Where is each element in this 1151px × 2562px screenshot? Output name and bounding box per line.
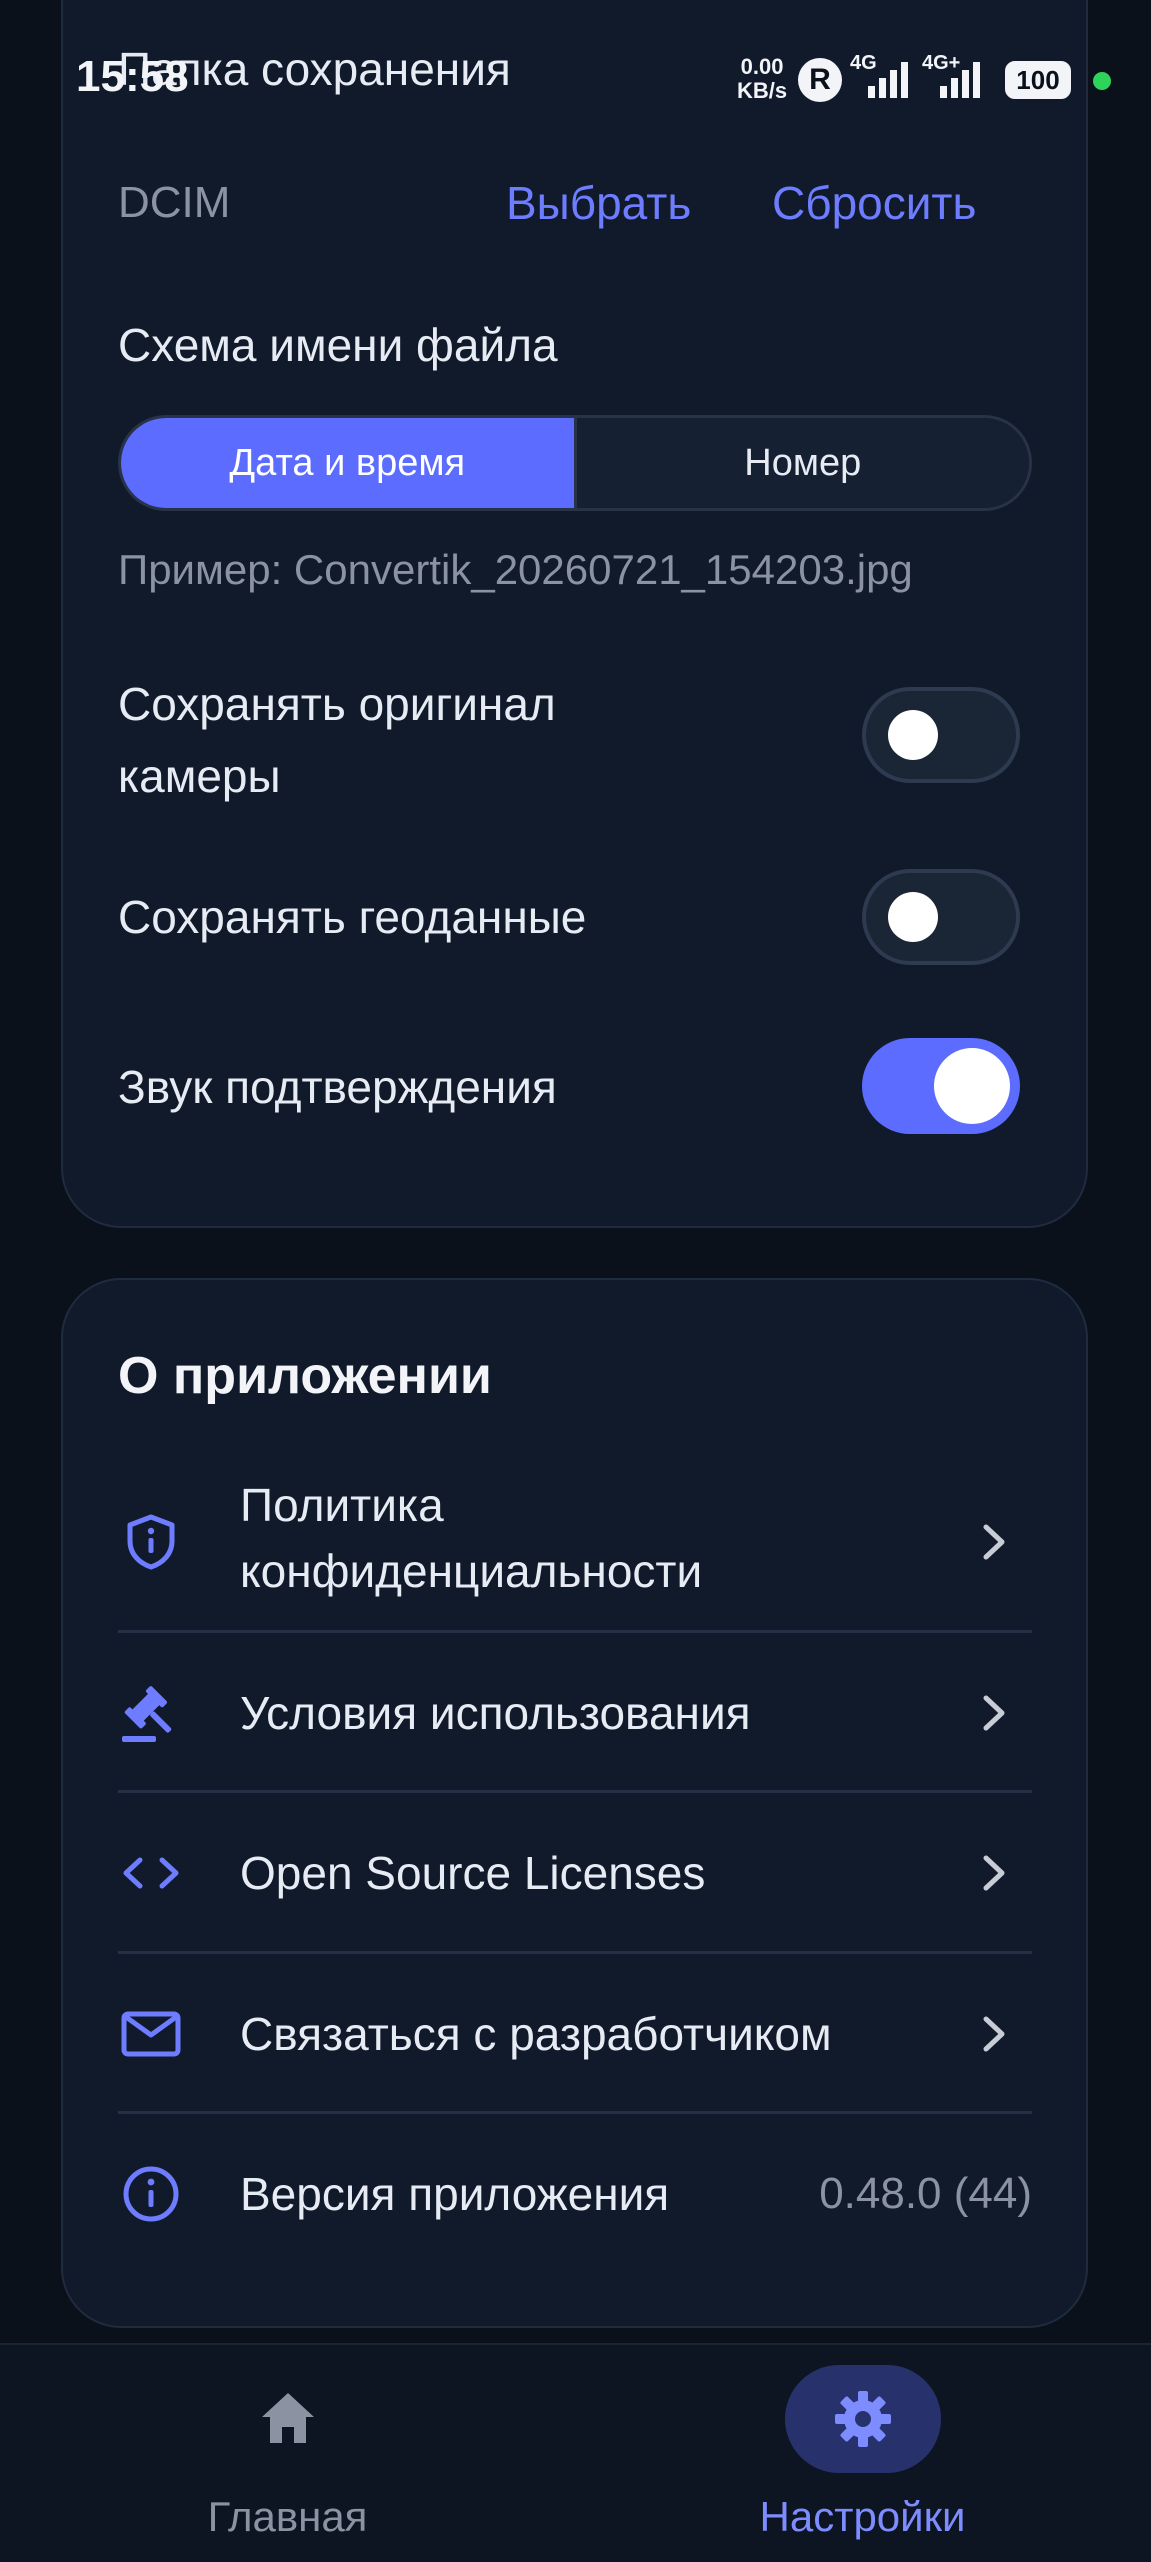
toggle-knob <box>934 1048 1010 1124</box>
filename-example: Пример: Convertik_20260721_154203.jpg <box>118 546 913 593</box>
nav-home-label: Главная <box>207 2493 368 2540</box>
network-speed-value: 0.00 <box>740 54 784 79</box>
open-source-licenses-item[interactable]: Open Source Licenses <box>118 1840 1032 1906</box>
app-version-item: Версия приложения 0.48.0 (44) <box>118 2161 1032 2227</box>
divider <box>118 2111 1032 2114</box>
status-bar: 15:58 0.00 KB/s R 4G 4G+ 100 <box>0 0 1151 160</box>
scheme-option-number[interactable]: Номер <box>573 418 1029 508</box>
save-geodata-toggle[interactable] <box>862 869 1020 965</box>
confirm-sound-label: Звук подтверждения <box>118 1061 557 1113</box>
signal-sim1-icon: 4G <box>850 52 918 104</box>
save-camera-original-toggle[interactable] <box>862 687 1020 783</box>
save-camera-original-label: Сохранять оригинал камеры <box>118 668 556 812</box>
shield-icon <box>118 1509 184 1575</box>
code-icon <box>118 1840 184 1906</box>
about-title: О приложении <box>118 1347 492 1405</box>
status-time: 15:58 <box>76 52 189 101</box>
chevron-right-icon <box>976 1850 1012 1896</box>
privacy-policy-label-line1: Политика <box>240 1479 444 1531</box>
save-folder-value: DCIM <box>118 178 231 227</box>
nav-settings[interactable]: Настройки <box>575 2345 1150 2562</box>
battery-indicator: 100 <box>1005 61 1071 99</box>
info-icon <box>118 2161 184 2227</box>
terms-of-use-label: Условия использования <box>240 1687 751 1739</box>
save-camera-original-label-line1: Сохранять оригинал <box>118 678 556 730</box>
network-speed-unit: KB/s <box>737 78 788 103</box>
privacy-indicator-dot <box>1093 72 1111 90</box>
network-speed: 0.00 KB/s <box>737 55 787 103</box>
signal-sim2-icon: 4G+ <box>922 52 990 104</box>
terms-of-use-item[interactable]: Условия использования <box>118 1680 1032 1746</box>
mail-icon <box>118 2001 184 2067</box>
save-geodata-label: Сохранять геоданные <box>118 891 587 943</box>
chevron-right-icon <box>976 2011 1012 2057</box>
divider <box>118 1790 1032 1793</box>
toggle-knob <box>888 710 938 760</box>
filename-scheme-selector: Дата и время Номер <box>118 415 1032 511</box>
divider <box>118 1630 1032 1633</box>
privacy-policy-label: Политика конфиденциальности <box>240 1472 702 1604</box>
confirm-sound-toggle[interactable] <box>862 1038 1020 1134</box>
nav-home[interactable]: Главная <box>0 2345 575 2562</box>
home-icon <box>256 2387 320 2451</box>
contact-developer-item[interactable]: Связаться с разработчиком <box>118 2001 1032 2067</box>
open-source-licenses-label: Open Source Licenses <box>240 1847 706 1899</box>
privacy-policy-label-line2: конфиденциальности <box>240 1545 703 1597</box>
app-version-label: Версия приложения <box>240 2168 670 2220</box>
chevron-right-icon <box>976 1690 1012 1736</box>
divider <box>118 1951 1032 1954</box>
gavel-icon <box>118 1680 184 1746</box>
toggle-knob <box>888 892 938 942</box>
save-camera-original-label-line2: камеры <box>118 750 281 802</box>
scheme-option-datetime[interactable]: Дата и время <box>121 418 574 508</box>
contact-developer-label: Связаться с разработчиком <box>240 2008 832 2060</box>
reset-folder-button[interactable]: Сбросить <box>772 176 976 230</box>
chevron-right-icon <box>976 1519 1012 1565</box>
privacy-policy-item[interactable]: Политика конфиденциальности <box>118 1472 1032 1612</box>
bottom-navigation: Главная Настройки <box>0 2343 1151 2562</box>
nav-settings-label: Настройки <box>759 2493 966 2540</box>
choose-folder-button[interactable]: Выбрать <box>506 176 691 230</box>
settings-icon <box>831 2387 895 2451</box>
roaming-icon: R <box>798 58 842 102</box>
app-version-value: 0.48.0 (44) <box>819 2169 1032 2218</box>
filename-scheme-label: Схема имени файла <box>118 319 558 371</box>
